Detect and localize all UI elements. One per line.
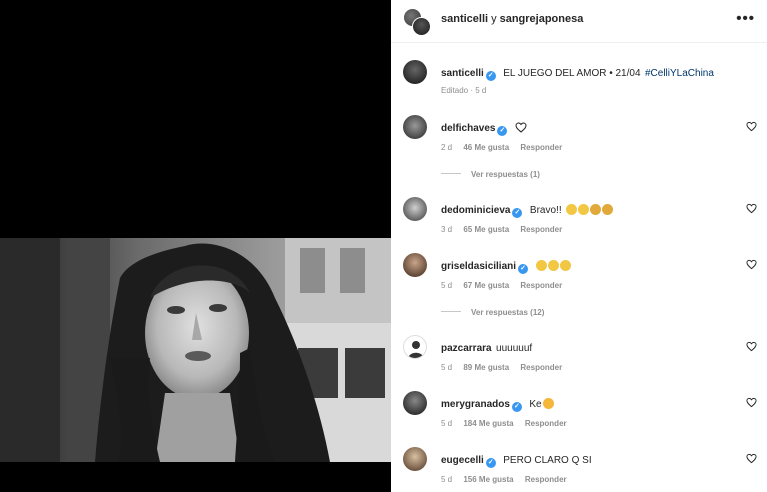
comment-text: Ke xyxy=(529,399,542,410)
reply-button[interactable]: Responder xyxy=(520,143,562,152)
caption-line: santicelli ✓ EL JUEGO DEL AMOR • 21/04 #C… xyxy=(441,63,714,81)
comment-item: eugecelli ✓ PERO CLARO Q SI 5 d 156 Me gu… xyxy=(391,447,767,487)
comment-text: uuuuuuf xyxy=(496,343,533,354)
verified-badge-icon: ✓ xyxy=(511,402,522,412)
comment-item: griseldasiciliani ✓ 5 d 67 Me gusta Respo… xyxy=(391,253,767,293)
avatar[interactable] xyxy=(412,17,431,36)
comment-likes[interactable]: 65 Me gusta xyxy=(463,225,509,234)
reply-button[interactable]: Responder xyxy=(520,225,562,234)
avatar[interactable] xyxy=(403,197,427,221)
comment-time: 3 d xyxy=(441,225,453,234)
view-replies-label[interactable]: Ver respuestas (12) xyxy=(471,308,544,317)
comment-meta: 3 d 65 Me gusta Responder xyxy=(441,225,571,234)
clap-emoji-icon xyxy=(566,200,614,217)
verified-badge-icon: ✓ xyxy=(518,264,529,274)
like-heart-icon[interactable] xyxy=(746,453,757,464)
view-replies-button[interactable]: Ver respuestas (1) xyxy=(441,170,540,179)
verified-badge-icon: ✓ xyxy=(512,208,523,218)
like-heart-icon[interactable] xyxy=(746,203,757,214)
bw-portrait-image xyxy=(0,238,391,462)
comment-username[interactable]: merygranados xyxy=(441,399,510,410)
verified-badge-icon: ✓ xyxy=(485,458,496,468)
avatar[interactable] xyxy=(403,447,427,471)
comment-username[interactable]: eugecelli xyxy=(441,455,484,466)
comment-username[interactable]: dedominicieva xyxy=(441,205,510,216)
reply-button[interactable]: Responder xyxy=(520,363,562,372)
reply-button[interactable]: Responder xyxy=(525,419,567,428)
header-joiner: y xyxy=(491,13,497,25)
comment-meta: 2 d 46 Me gusta Responder xyxy=(441,143,571,152)
comment-text: PERO CLARO Q SI xyxy=(503,455,592,466)
comment-meta: 5 d 156 Me gusta Responder xyxy=(441,475,576,484)
avatar[interactable] xyxy=(403,253,427,277)
like-heart-icon[interactable] xyxy=(746,341,757,352)
comment-time: 5 d xyxy=(441,475,453,484)
like-heart-icon[interactable] xyxy=(746,121,757,132)
verified-badge-icon: ✓ xyxy=(485,71,496,81)
comment-line: dedominicieva ✓ Bravo!! xyxy=(441,200,614,218)
comment-item: dedominicieva ✓ Bravo!! 3 d 65 Me gusta R… xyxy=(391,197,767,237)
comment-likes[interactable]: 46 Me gusta xyxy=(463,143,509,152)
collab-usernames: santicelli y sangrejaponesa xyxy=(441,13,583,25)
caption-meta: Editado · 5 d xyxy=(441,86,487,95)
avatar[interactable] xyxy=(403,391,427,415)
comment-time: 5 d xyxy=(441,363,453,372)
comment-likes[interactable]: 156 Me gusta xyxy=(463,475,513,484)
comment-username[interactable]: delfichaves xyxy=(441,123,495,134)
comment-line: merygranados ✓ Ke xyxy=(441,394,555,412)
caption-hashtag[interactable]: #CelliYLaChina xyxy=(645,68,714,79)
post-photo xyxy=(0,238,391,462)
comment-item: merygranados ✓ Ke 5 d 184 Me gusta Respon… xyxy=(391,391,767,431)
avatar[interactable] xyxy=(403,115,427,139)
heart-emoji-icon xyxy=(515,122,527,133)
clap-emoji-icon xyxy=(535,256,572,273)
comment-line: griseldasiciliani ✓ xyxy=(441,256,572,274)
view-replies-label[interactable]: Ver respuestas (1) xyxy=(471,170,540,179)
comment-username[interactable]: pazcarrara xyxy=(441,343,492,354)
comment-time: 5 d xyxy=(441,281,453,290)
comment-line: delfichaves ✓ xyxy=(441,118,527,136)
like-heart-icon[interactable] xyxy=(746,259,757,270)
reply-button[interactable]: Responder xyxy=(525,475,567,484)
comment-likes[interactable]: 67 Me gusta xyxy=(463,281,509,290)
collab-avatars[interactable] xyxy=(403,8,431,36)
caption-username[interactable]: santicelli xyxy=(441,68,484,79)
comment-item: pazcarrara uuuuuuf 5 d 89 Me gusta Respo… xyxy=(391,335,767,375)
comment-likes[interactable]: 184 Me gusta xyxy=(463,419,513,428)
avatar-illustration xyxy=(408,341,424,358)
post-media[interactable] xyxy=(0,0,391,492)
heart-eyes-emoji-icon xyxy=(542,398,554,409)
comment-time: 2 d xyxy=(441,143,453,152)
caption-text: EL JUEGO DEL AMOR • 21/04 xyxy=(503,68,641,79)
replies-divider xyxy=(441,311,461,312)
avatar[interactable] xyxy=(403,335,427,359)
comment-line: pazcarrara uuuuuuf xyxy=(441,338,532,356)
post-side-panel: santicelli y sangrejaponesa ••• santicelli… xyxy=(391,0,767,492)
comment-line: eugecelli ✓ PERO CLARO Q SI xyxy=(441,450,592,468)
comment-meta: 5 d 184 Me gusta Responder xyxy=(441,419,576,428)
like-heart-icon[interactable] xyxy=(746,397,757,408)
reply-button[interactable]: Responder xyxy=(520,281,562,290)
view-replies-button[interactable]: Ver respuestas (12) xyxy=(441,308,544,317)
header-username-2[interactable]: sangrejaponesa xyxy=(500,13,584,25)
post-caption: santicelli ✓ EL JUEGO DEL AMOR • 21/04 #C… xyxy=(391,57,767,107)
verified-badge-icon: ✓ xyxy=(497,126,508,136)
header-username-1[interactable]: santicelli xyxy=(441,13,488,25)
comment-text: Bravo!! xyxy=(529,205,562,216)
comment-time: 5 d xyxy=(441,419,453,428)
comment-meta: 5 d 67 Me gusta Responder xyxy=(441,281,571,290)
comment-username[interactable]: griseldasiciliani xyxy=(441,261,516,272)
comment-item: delfichaves ✓ 2 d 46 Me gusta Responder xyxy=(391,115,767,155)
avatar[interactable] xyxy=(403,60,427,84)
more-options-button[interactable]: ••• xyxy=(736,10,755,27)
replies-divider xyxy=(441,173,461,174)
comment-meta: 5 d 89 Me gusta Responder xyxy=(441,363,571,372)
post-header: santicelli y sangrejaponesa ••• xyxy=(391,0,767,43)
comment-likes[interactable]: 89 Me gusta xyxy=(463,363,509,372)
